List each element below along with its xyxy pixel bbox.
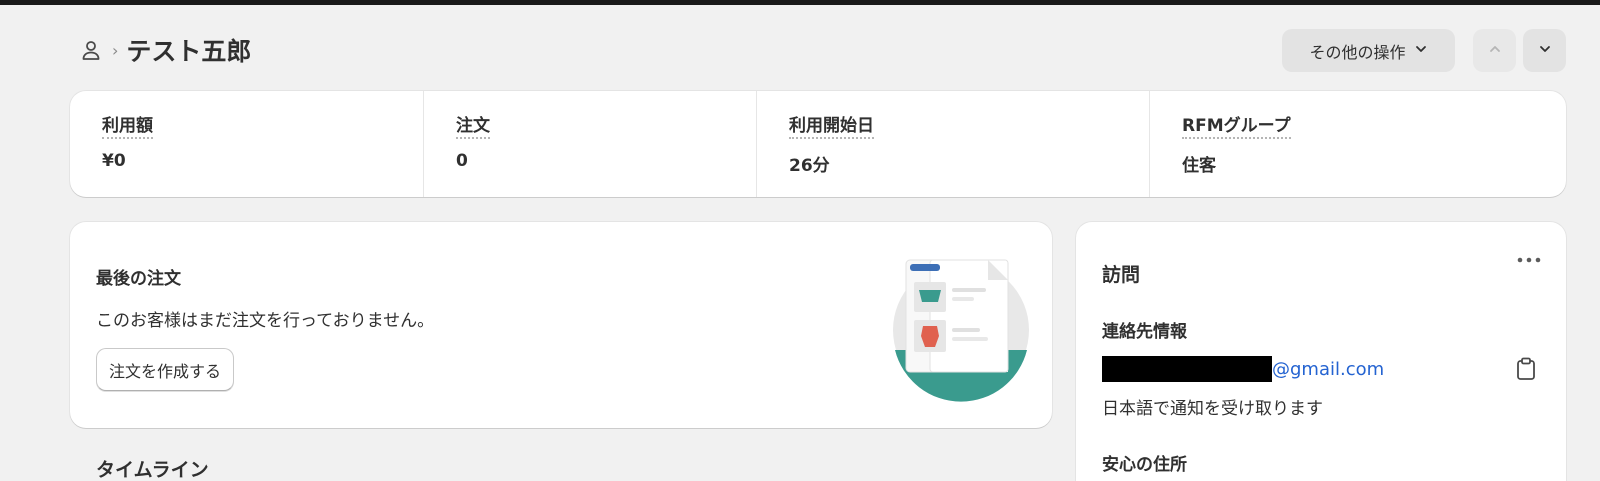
more-actions-label: その他の操作	[1309, 42, 1406, 62]
clipboard-icon[interactable]	[1516, 357, 1536, 381]
more-actions-button[interactable]: その他の操作	[1282, 29, 1455, 72]
empty-orders-illustration	[886, 252, 1036, 402]
chevron-down-icon	[1538, 42, 1552, 59]
last-order-heading: 最後の注文	[96, 269, 181, 289]
stat-value: ¥0	[102, 151, 126, 171]
stat-label[interactable]: 利用額	[102, 111, 153, 139]
address-heading: 安心の住所	[1102, 455, 1187, 475]
stat-label[interactable]: 利用開始日	[789, 111, 874, 139]
notification-language: 日本語で通知を受け取ります	[1102, 399, 1323, 419]
redacted-email-local-part	[1102, 356, 1272, 382]
stat-label[interactable]: 注文	[456, 111, 490, 139]
person-icon[interactable]	[80, 39, 102, 61]
stat-orders: 注文 0	[424, 91, 757, 197]
email-row: @gmail.com	[1102, 356, 1384, 382]
customer-stats-card: 利用額 ¥0 注文 0 利用開始日 26分 RFMグループ 住客	[70, 91, 1566, 197]
last-order-card: 最後の注文 このお客様はまだ注文を行っておりません。 注文を作成する	[70, 222, 1052, 428]
visits-title: 訪問	[1102, 264, 1141, 286]
stat-value: 26分	[789, 156, 830, 176]
stat-rfm-group: RFMグループ 住客	[1150, 91, 1566, 197]
stat-customer-since: 利用開始日 26分	[757, 91, 1150, 197]
visits-card: 訪問 連絡先情報 @gmail.com 日本語で通知を受け取ります 安心の住所	[1076, 222, 1566, 481]
breadcrumb-separator: ›	[112, 40, 119, 60]
stat-amount-spent: 利用額 ¥0	[70, 91, 424, 197]
chevron-down-icon	[1414, 41, 1428, 60]
no-orders-message: このお客様はまだ注文を行っておりません。	[96, 311, 435, 331]
page-header: › テスト五郎	[80, 30, 251, 70]
top-bar	[0, 0, 1600, 5]
stat-label[interactable]: RFMグループ	[1182, 111, 1291, 139]
previous-customer-button[interactable]	[1473, 29, 1516, 72]
stat-value: 住客	[1182, 156, 1216, 176]
timeline-heading: タイムライン	[96, 459, 209, 481]
create-order-button[interactable]: 注文を作成する	[96, 348, 234, 391]
stat-value: 0	[456, 151, 468, 171]
customer-email-link[interactable]: @gmail.com	[1272, 359, 1384, 380]
chevron-up-icon	[1488, 42, 1502, 59]
more-horizontal-icon[interactable]	[1513, 250, 1545, 270]
contact-info-heading: 連絡先情報	[1102, 322, 1187, 342]
page-title: テスト五郎	[126, 37, 252, 66]
next-customer-button[interactable]	[1523, 29, 1566, 72]
